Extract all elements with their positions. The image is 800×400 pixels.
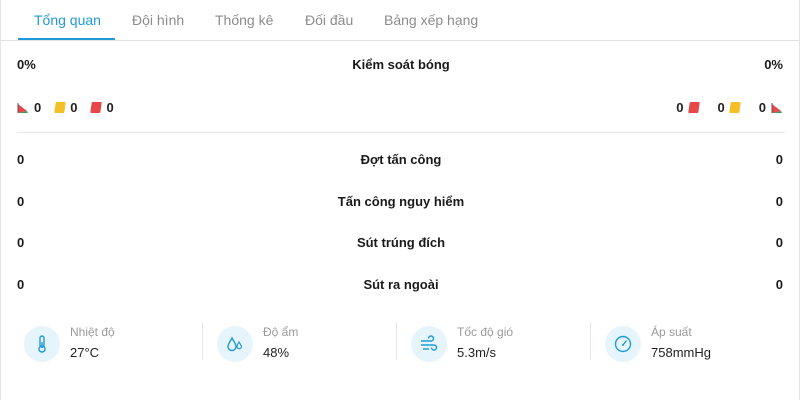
weather-divider (202, 322, 203, 360)
away-red-value: 0 (676, 100, 684, 115)
home-card-stats: 0 0 0 (17, 100, 114, 115)
humidity-icon (217, 326, 253, 362)
weather-label: Áp suất (651, 325, 692, 339)
thermometer-icon (24, 326, 60, 362)
weather-label: Độ ẩm (263, 325, 299, 339)
weather-bar: Nhiệt độ 27°C Độ ẩm 48% Tốc độ gió 5.3m/… (1, 322, 800, 364)
section-divider (17, 132, 785, 133)
red-card-icon (90, 102, 103, 113)
yellow-card-icon (728, 102, 741, 113)
wind-icon (411, 326, 447, 362)
tab-head-to-head[interactable]: Đối đầu (305, 12, 353, 28)
tab-overview[interactable]: Tổng quan (34, 12, 101, 28)
tab-standings[interactable]: Bảng xếp hạng (384, 12, 478, 28)
weather-label: Nhiệt độ (70, 325, 115, 339)
active-tab-indicator (18, 38, 115, 40)
possession-label: Kiểm soát bóng (352, 57, 450, 72)
stat-away-value: 0 (775, 235, 783, 250)
corner-flag-icon (771, 102, 783, 113)
weather-value: 758mmHg (651, 345, 711, 360)
weather-divider (590, 322, 591, 360)
stat-away-value: 0 (775, 194, 783, 209)
away-yellow-value: 0 (717, 100, 725, 115)
stat-label: Sút trúng đích (356, 235, 446, 250)
home-yellow-value: 0 (70, 100, 78, 115)
stat-label: Đợt tấn công (360, 152, 442, 167)
yellow-card-icon (54, 102, 67, 113)
possession-away-value: 0% (764, 57, 783, 72)
match-overview-panel: Tổng quan Đội hình Thống kê Đối đầu Bảng… (0, 0, 800, 400)
home-corners-value: 0 (34, 100, 42, 115)
weather-label: Tốc độ gió (457, 325, 514, 339)
stat-away-value: 0 (775, 152, 783, 167)
tab-lineup[interactable]: Đội hình (132, 12, 184, 28)
weather-value: 5.3m/s (457, 345, 497, 360)
away-card-stats: 0 0 0 (676, 100, 783, 115)
pressure-gauge-icon (605, 326, 641, 362)
red-card-icon (687, 102, 700, 113)
stat-label: Sút ra ngoài (363, 277, 439, 292)
away-corners-value: 0 (758, 100, 766, 115)
weather-value: 27°C (70, 345, 100, 360)
weather-divider (396, 322, 397, 360)
tab-statistics[interactable]: Thống kê (215, 12, 273, 28)
home-red-value: 0 (106, 100, 114, 115)
weather-value: 48% (263, 345, 290, 360)
corner-flag-icon (17, 102, 29, 113)
stat-label: Tấn công nguy hiểm (337, 194, 465, 209)
tab-bar: Tổng quan Đội hình Thống kê Đối đầu Bảng… (1, 0, 800, 41)
stat-away-value: 0 (775, 277, 783, 292)
